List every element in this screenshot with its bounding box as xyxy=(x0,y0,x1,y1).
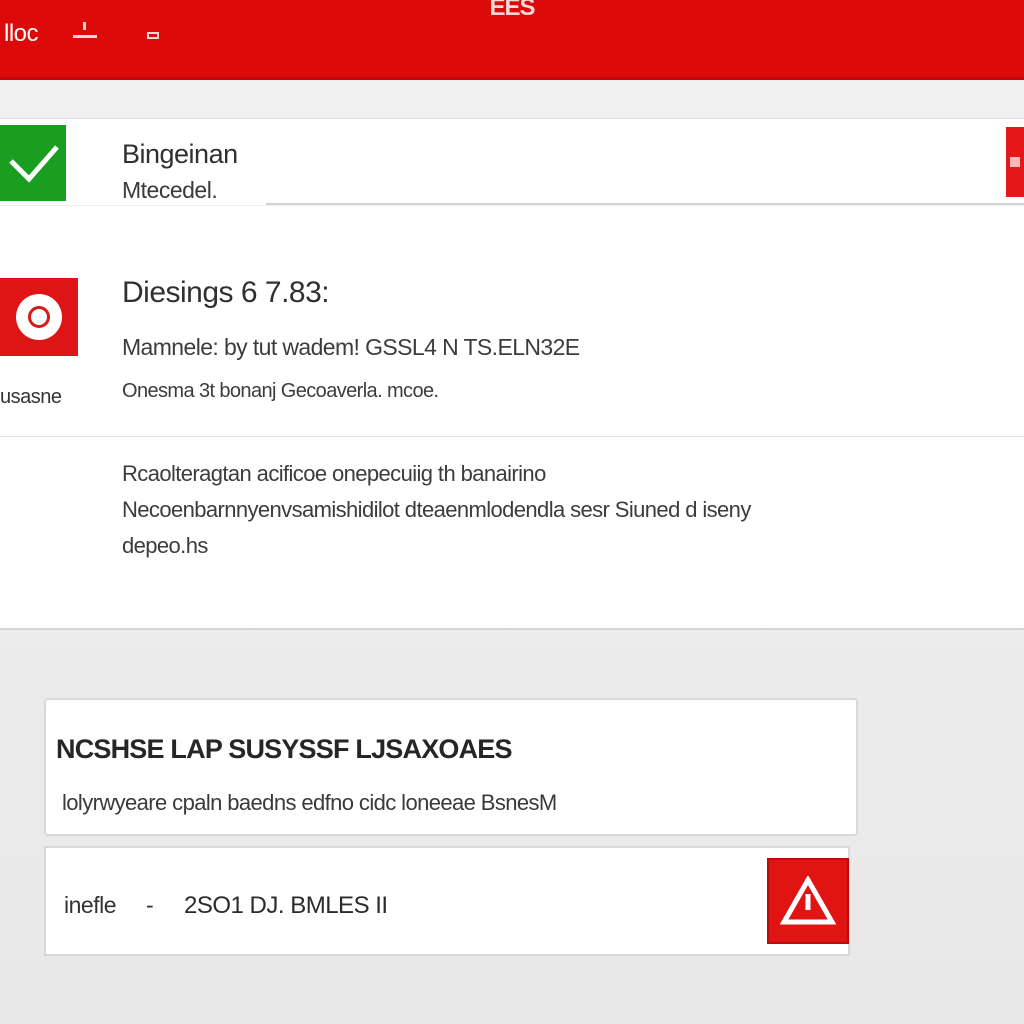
main-panel: Bingeinan Mtecedel. usasne Diesings 6 7.… xyxy=(0,118,1024,630)
warning-button[interactable] xyxy=(767,858,849,944)
status-row[interactable]: Bingeinan Mtecedel. xyxy=(0,119,1024,205)
minus-icon xyxy=(73,34,97,38)
action-card: inefle - 2SO1 DJ. BMLES II xyxy=(44,846,850,956)
alert-line-1: Mamnele: by tut wadem! GSSL4 N TS.ELN32E xyxy=(122,334,580,360)
action-label: inefle xyxy=(64,892,116,918)
app-label: lloc xyxy=(4,20,39,47)
title-bar: lloc EES xyxy=(0,0,1024,80)
square-icon xyxy=(147,31,159,39)
maximize-button[interactable] xyxy=(146,30,160,40)
alert-icon-caption: usasne xyxy=(0,386,62,408)
alert-circle-icon xyxy=(0,278,78,356)
warning-triangle-icon xyxy=(780,876,836,925)
info-card-body: lolyrwyeare cpaln baedns edfno cidc lone… xyxy=(62,790,557,815)
action-value: 2SO1 DJ. BMLES II xyxy=(184,892,388,919)
description-line-2: Necoenbarnnyenvsamishidilot dteaenmloden… xyxy=(122,497,751,522)
status-title: Bingeinan xyxy=(122,139,238,169)
info-card-title: NCSHSE LAP SUSYSSF LJSAXOAES xyxy=(56,734,513,764)
action-separator: - xyxy=(146,892,154,918)
alert-title: Diesings 6 7.83: xyxy=(122,276,330,309)
alert-row[interactable]: usasne Diesings 6 7.83: Mamnele: by tut … xyxy=(0,205,1024,437)
description-block: Rcaolteragtan acificoe onepecuiig th ban… xyxy=(0,437,1024,631)
window-title: EES xyxy=(489,0,535,21)
alert-line-2: Onesma 3t bonanj Gecoaverla. mcoe. xyxy=(122,380,439,402)
minimize-button[interactable] xyxy=(72,22,98,40)
app-window: lloc EES Bingeinan Mtecedel. usasne Dies… xyxy=(0,0,1024,1024)
description-line-1: Rcaolteragtan acificoe onepecuiig th ban… xyxy=(122,461,546,486)
info-card: NCSHSE LAP SUSYSSF LJSAXOAES lolyrwyeare… xyxy=(44,698,858,836)
status-subtitle: Mtecedel. xyxy=(122,177,218,203)
description-line-3: depeo.hs xyxy=(122,533,208,558)
flag-icon[interactable] xyxy=(1006,127,1024,197)
check-icon xyxy=(0,125,66,201)
